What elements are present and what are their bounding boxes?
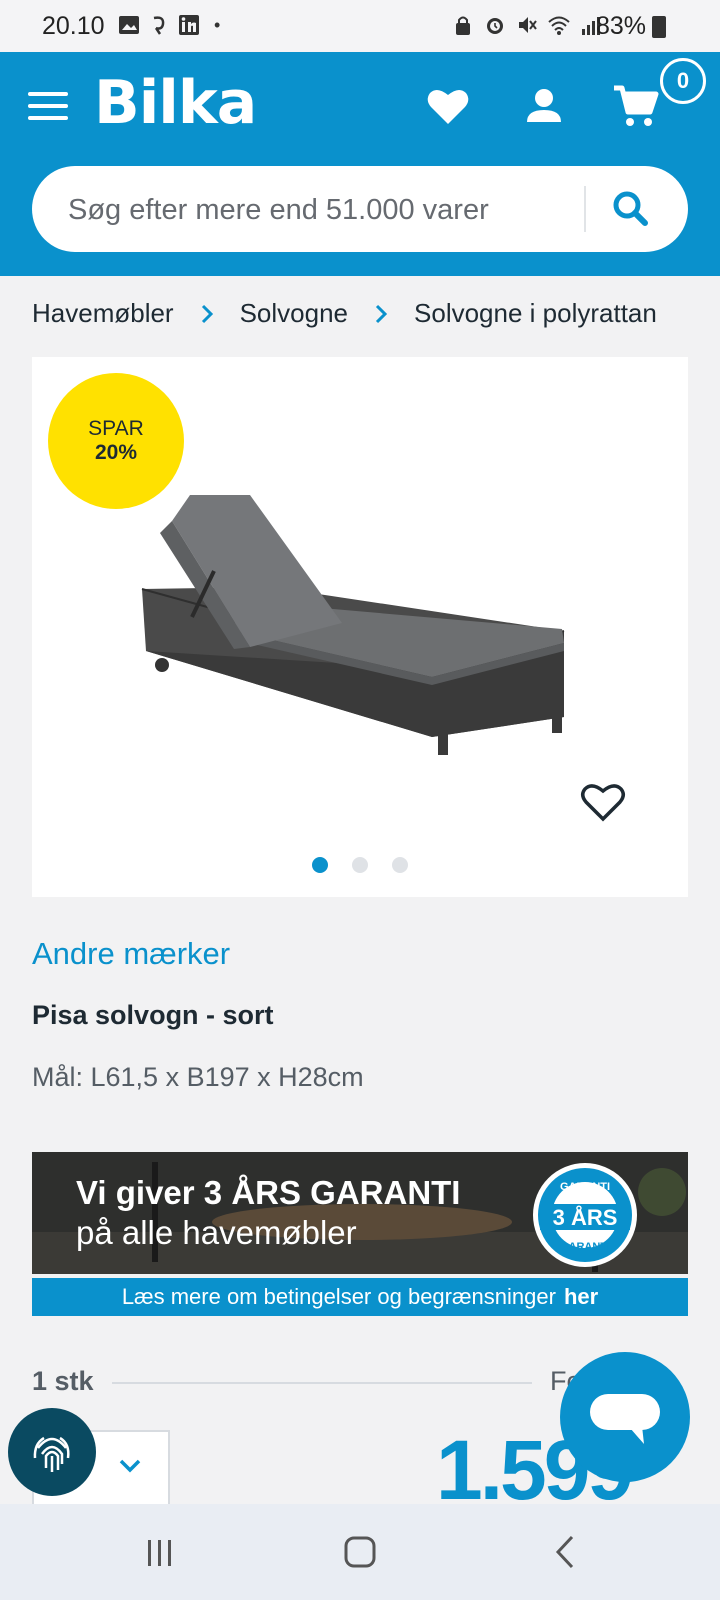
search-input[interactable]: [68, 188, 568, 232]
breadcrumb-solvogne-polyrattan[interactable]: Solvogne i polyrattan: [414, 298, 657, 329]
menu-icon-bar: [28, 116, 68, 120]
bilka-logo[interactable]: Bilka: [94, 68, 257, 138]
status-time: 20.10: [42, 12, 105, 40]
status-bar: 20.10 • 83%: [0, 0, 720, 52]
back-icon[interactable]: [546, 1532, 586, 1572]
carousel-dot[interactable]: [352, 857, 368, 873]
notification-dot: •: [214, 14, 221, 35]
product-title: Pisa solvogn - sort: [32, 1000, 274, 1030]
android-nav-bar: [0, 1504, 720, 1600]
fingerprint-button[interactable]: [8, 1408, 96, 1496]
mute-icon: [519, 17, 537, 33]
battery-text: 83%: [595, 12, 646, 40]
quantity-divider: [112, 1382, 532, 1384]
linkedin-icon: [179, 15, 199, 35]
wifi-icon: [548, 16, 570, 35]
lock-icon: [456, 16, 470, 35]
warranty-subline: på alle havemøbler: [76, 1214, 357, 1251]
recent-apps-icon[interactable]: [140, 1532, 180, 1572]
seal-bottom-text: GARANTI: [560, 1241, 610, 1253]
discount-badge-value: 20%: [94, 441, 138, 464]
warranty-banner-image: Vi giver 3 ÅRS GARANTI på alle havemøble…: [32, 1152, 688, 1274]
chevron-right-icon: [375, 304, 388, 323]
site-header: Bilka 0: [0, 52, 720, 276]
status-right-icons: [452, 14, 602, 36]
seal-main-text: 3 ÅRS: [553, 1204, 618, 1230]
breadcrumb-solvogne[interactable]: Solvogne: [240, 298, 348, 329]
warranty-terms-text: Læs mere om betingelser og begrænsninger: [121, 1284, 556, 1309]
chevron-down-icon: [119, 1459, 141, 1473]
seal-top-text: GARANTI: [560, 1181, 610, 1193]
breadcrumb-havemobler[interactable]: Havemøbler: [32, 298, 174, 329]
warranty-seal-icon: GARANTI 3 ÅRS GARANTI: [533, 1163, 637, 1267]
chevron-right-icon: [201, 304, 213, 323]
warranty-terms-her[interactable]: her: [564, 1284, 598, 1310]
warranty-banner: Vi giver 3 ÅRS GARANTI på alle havemøble…: [32, 1152, 688, 1316]
search-divider: [584, 186, 586, 232]
add-to-favorites-heart-icon[interactable]: [580, 781, 626, 823]
warranty-headline: Vi giver 3 ÅRS GARANTI: [76, 1174, 461, 1211]
product-image-carousel[interactable]: SPAR 20%: [32, 357, 688, 897]
home-icon[interactable]: [340, 1532, 380, 1572]
warranty-terms-link[interactable]: Læs mere om betingelser og begrænsninger…: [32, 1278, 688, 1316]
product-dimensions: Mål: L61,5 x B197 x H28cm: [32, 1062, 364, 1092]
menu-icon-bar: [28, 104, 68, 108]
menu-icon-bar: [28, 92, 68, 96]
alarm-icon: [487, 18, 503, 34]
carousel-dot[interactable]: [312, 857, 328, 873]
search-bar: [32, 166, 688, 252]
status-left-icons: •: [118, 14, 220, 36]
chat-button[interactable]: [560, 1352, 690, 1482]
app-icon: [153, 16, 165, 35]
cart-icon[interactable]: [612, 82, 660, 130]
chat-bubble-icon: [590, 1394, 660, 1444]
battery-icon: [652, 16, 666, 38]
account-user-icon[interactable]: [520, 82, 568, 130]
sun-lounger-image: [141, 495, 565, 755]
carousel-dots: [32, 857, 688, 873]
quantity-label: 1 stk: [32, 1366, 94, 1396]
favorites-heart-icon[interactable]: [424, 82, 472, 130]
carousel-dot[interactable]: [392, 857, 408, 873]
product-brand-link[interactable]: Andre mærker: [32, 936, 230, 972]
cart-count-badge[interactable]: 0: [660, 58, 706, 104]
gallery-icon: [119, 16, 139, 34]
breadcrumb: Havemøbler Solvogne Solvogne i polyratta…: [32, 298, 657, 329]
search-icon[interactable]: [606, 184, 656, 234]
fingerprint-icon: [33, 1436, 70, 1472]
menu-button[interactable]: [28, 92, 68, 122]
